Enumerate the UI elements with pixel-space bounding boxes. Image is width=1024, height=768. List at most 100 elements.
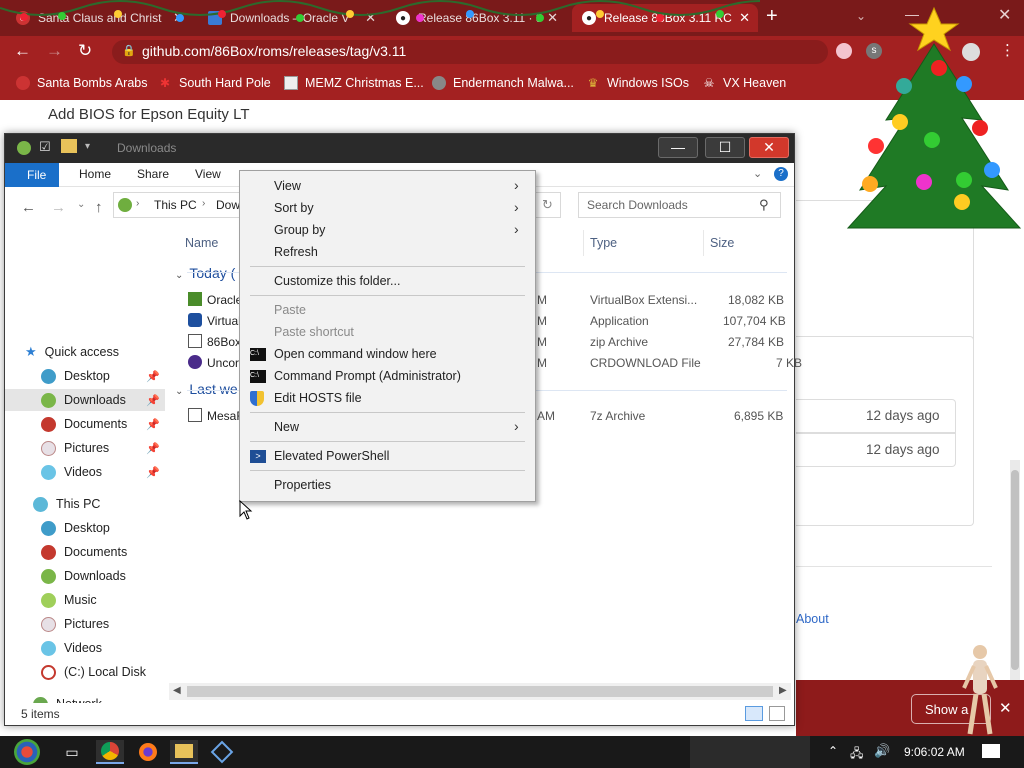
nav-item-downloads[interactable]: Downloads 📌 <box>5 389 165 411</box>
browser-tab[interactable]: Downloads – Oracle V ✕ <box>198 4 384 32</box>
explorer-titlebar[interactable]: ☑ ▾ Downloads — ☐ ✕ <box>5 134 794 163</box>
maximize-button[interactable]: ☐ <box>705 137 745 158</box>
network-tray-icon[interactable]: 🖧 <box>850 744 863 765</box>
show-hidden-icons[interactable]: ⌃ <box>828 744 838 758</box>
reload-icon[interactable]: ↻ <box>78 41 92 61</box>
start-button[interactable] <box>8 739 46 765</box>
nav-item-videos[interactable]: Videos <box>5 637 165 659</box>
nav-item-desktop[interactable]: Desktop 📌 <box>5 365 165 387</box>
scrollbar-thumb[interactable] <box>187 686 773 697</box>
nav-item-local-disk[interactable]: (C:) Local Disk <box>5 661 165 683</box>
file-name: Oracle <box>207 293 243 307</box>
browser-tab[interactable]: ☺ Santa Claus and Christ ✕ <box>6 4 192 32</box>
menu-item-group-by[interactable]: Group by <box>274 223 325 237</box>
back-icon[interactable]: ← <box>21 199 36 216</box>
notifications-icon[interactable] <box>982 744 1000 758</box>
bookmark-item[interactable]: Endermanch Malwa... <box>432 76 574 90</box>
about-link[interactable]: About <box>796 612 829 626</box>
scrollbar-thumb[interactable] <box>1011 470 1019 670</box>
asset-row[interactable]: 12 days ago <box>796 399 956 433</box>
oracle-favicon <box>208 11 222 25</box>
forward-icon[interactable]: → <box>51 199 66 216</box>
nav-item-desktop[interactable]: Desktop <box>5 517 165 539</box>
powershell-icon: > <box>250 450 266 463</box>
nav-item-music[interactable]: Music <box>5 589 165 611</box>
qat-dropdown-icon[interactable]: ▾ <box>85 141 90 152</box>
new-tab-button[interactable]: + <box>766 5 778 28</box>
menu-item-new[interactable]: New <box>274 420 299 434</box>
close-tab-icon[interactable]: ✕ <box>365 10 376 26</box>
scroll-right-icon[interactable]: ▶ <box>779 685 787 696</box>
refresh-icon[interactable]: ↻ <box>542 197 553 213</box>
new-folder-icon[interactable] <box>61 139 77 153</box>
close-button[interactable]: ✕ <box>749 137 789 158</box>
tab-file[interactable]: File <box>5 163 59 187</box>
file-date: AM <box>537 409 555 423</box>
asset-row[interactable]: 12 days ago <box>796 433 956 467</box>
menu-item-sort-by[interactable]: Sort by <box>274 201 314 215</box>
menu-item-view[interactable]: View <box>274 179 301 193</box>
chrome-icon[interactable] <box>96 740 124 764</box>
breadcrumb-item[interactable]: Dow <box>216 198 240 212</box>
large-icons-view-icon[interactable] <box>769 706 785 721</box>
menu-item-refresh[interactable]: Refresh <box>274 245 318 259</box>
close-tab-icon[interactable]: ✕ <box>547 10 558 26</box>
file-size: 7 KB <box>776 356 803 370</box>
firefox-icon[interactable] <box>134 740 162 764</box>
tab-share[interactable]: Share <box>137 167 169 181</box>
details-view-icon[interactable] <box>745 706 763 721</box>
tab-view[interactable]: View <box>195 167 221 181</box>
clock[interactable]: 9:06:02 AM <box>904 745 965 759</box>
breadcrumb-item[interactable]: This PC <box>154 198 197 212</box>
group-header[interactable]: ⌄ Today ( <box>175 265 235 281</box>
bookmark-item[interactable]: ♛ Windows ISOs <box>586 76 689 90</box>
menu-item-edit-hosts[interactable]: Edit HOSTS file <box>274 391 362 405</box>
menu-item-paste: Paste <box>274 303 306 317</box>
nav-label: Music <box>64 593 97 607</box>
minimize-button[interactable]: — <box>658 137 698 158</box>
close-tab-icon[interactable]: ✕ <box>739 10 750 26</box>
nav-quick-access[interactable]: ★ Quick access <box>5 341 165 363</box>
nav-item-videos[interactable]: Videos 📌 <box>5 461 165 483</box>
expand-ribbon-icon[interactable]: ⌄ <box>753 167 762 180</box>
menu-item-command-prompt-admin[interactable]: Command Prompt (Administrator) <box>274 369 461 383</box>
nav-item-documents[interactable]: Documents <box>5 541 165 563</box>
address-bar[interactable]: 🔒 github.com/86Box/roms/releases/tag/v3.… <box>112 40 828 64</box>
task-view-icon[interactable]: ▭ <box>58 740 86 764</box>
forward-arrow-icon[interactable]: → <box>46 41 63 61</box>
menu-item-customize[interactable]: Customize this folder... <box>274 274 400 288</box>
search-input[interactable]: Search Downloads ⚲ <box>578 192 781 218</box>
horizontal-scrollbar[interactable]: ◀ ▶ <box>169 683 791 700</box>
windows-orb-icon <box>14 739 40 765</box>
help-icon[interactable]: ? <box>774 167 788 181</box>
nav-item-pictures[interactable]: Pictures <box>5 613 165 635</box>
column-name[interactable]: Name <box>185 236 218 250</box>
menu-item-elevated-powershell[interactable]: Elevated PowerShell <box>274 449 389 463</box>
browser-tab[interactable]: ● Release 86Box 3.11 · 8 ✕ <box>386 4 566 32</box>
nav-item-pictures[interactable]: Pictures 📌 <box>5 437 165 459</box>
back-arrow-icon[interactable]: ← <box>14 41 31 61</box>
tab-home[interactable]: Home <box>79 167 111 181</box>
virtualbox-icon[interactable] <box>208 740 236 764</box>
bookmark-item[interactable]: ☠ VX Heaven <box>702 76 787 90</box>
nav-this-pc[interactable]: This PC <box>5 493 165 515</box>
volume-icon[interactable]: 🔊 <box>874 743 890 759</box>
bookmark-item[interactable]: ✱ South Hard Pole <box>158 76 271 90</box>
scroll-left-icon[interactable]: ◀ <box>173 685 181 696</box>
browser-tab-active[interactable]: ● Release 86Box 3.11 RC ✕ <box>572 4 758 32</box>
file-explorer-icon[interactable] <box>170 740 198 764</box>
menu-item-open-command-window[interactable]: Open command window here <box>274 347 437 361</box>
up-icon[interactable]: ↑ <box>95 199 103 216</box>
bookmark-item[interactable]: MEMZ Christmas E... <box>284 76 424 90</box>
column-type[interactable]: Type <box>590 236 617 250</box>
nav-item-downloads[interactable]: Downloads <box>5 565 165 587</box>
group-header[interactable]: ⌄ Last we <box>175 381 238 397</box>
menu-item-properties[interactable]: Properties <box>274 478 331 492</box>
quick-properties-icon[interactable]: ☑ <box>39 139 51 155</box>
column-size[interactable]: Size <box>710 236 734 250</box>
bookmark-label: Endermanch Malwa... <box>453 76 574 90</box>
recent-locations-icon[interactable]: ⌄ <box>77 199 85 210</box>
nav-item-documents[interactable]: Documents 📌 <box>5 413 165 435</box>
bookmark-item[interactable]: Santa Bombs Arabs <box>16 76 147 90</box>
close-tab-icon[interactable]: ✕ <box>173 10 184 26</box>
